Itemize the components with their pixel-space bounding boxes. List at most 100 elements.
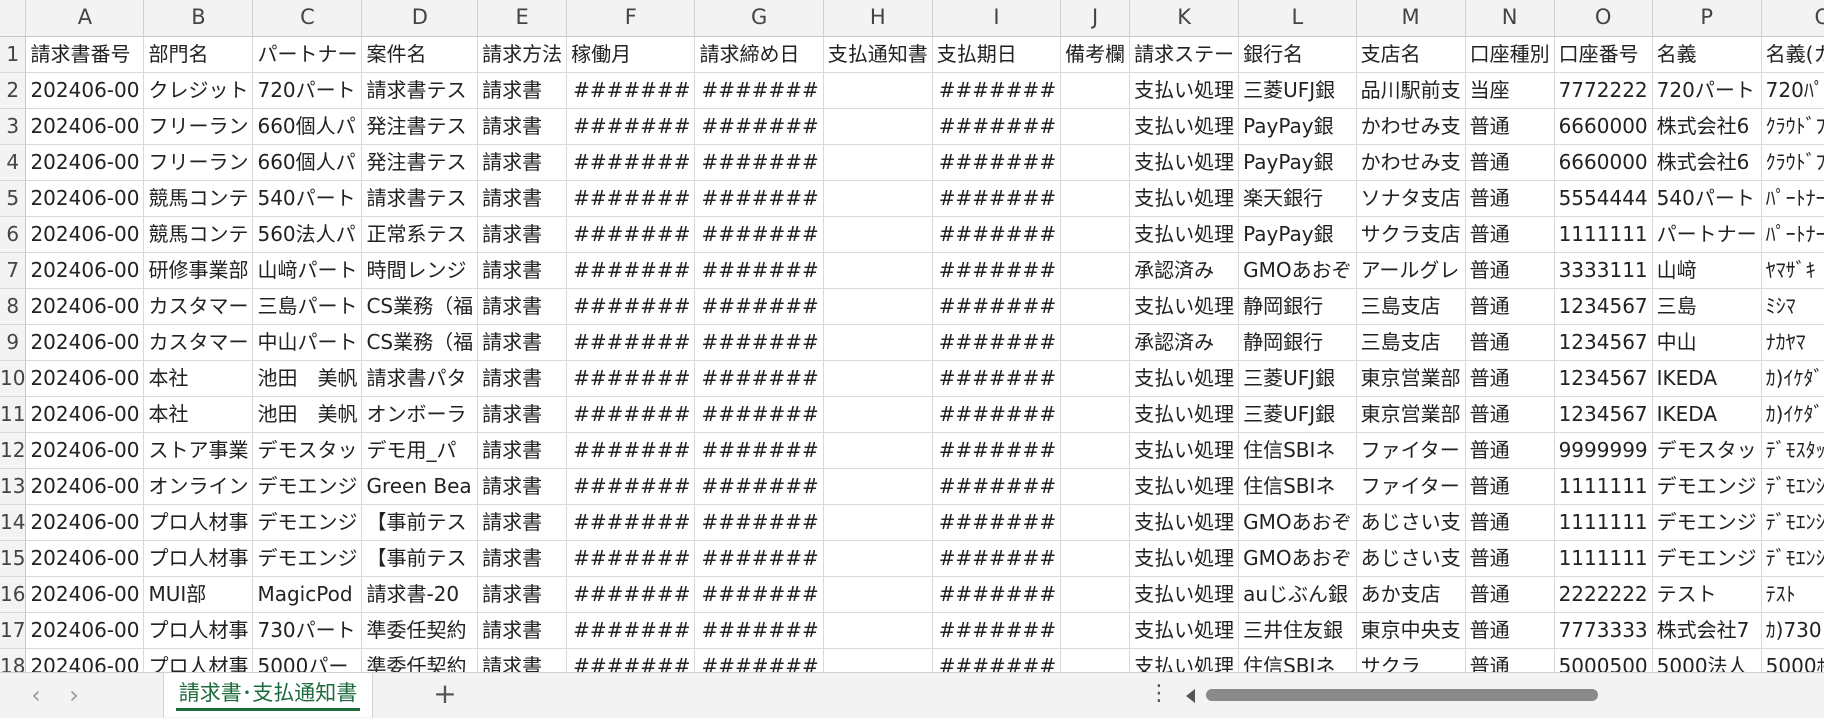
cell[interactable]: ####### — [566, 540, 696, 577]
cell[interactable]: サクラ支店 — [1356, 216, 1466, 253]
cell[interactable]: あか支店 — [1356, 576, 1466, 613]
row-header[interactable]: 2 — [0, 72, 27, 109]
cell[interactable]: ####### — [566, 252, 696, 289]
row-header[interactable]: 15 — [0, 540, 27, 577]
cell[interactable]: 請求書番号 — [25, 36, 145, 73]
cell[interactable]: 支払い処理 — [1129, 108, 1240, 145]
cell[interactable]: 支払い処理 — [1129, 216, 1240, 253]
sheet-tab-active[interactable]: 請求書･支払通知書 — [163, 673, 373, 717]
select-all-corner[interactable] — [0, 0, 27, 37]
row-header[interactable]: 8 — [0, 288, 27, 325]
cell[interactable]: 山﨑パート — [252, 252, 363, 289]
cell[interactable] — [1060, 540, 1131, 577]
cell[interactable]: GMOあおぞ — [1238, 540, 1357, 577]
cell[interactable]: ####### — [566, 72, 696, 109]
cell[interactable]: MagicPod — [252, 576, 363, 613]
cell[interactable]: 請求書テス — [361, 72, 479, 109]
cell[interactable]: ####### — [694, 252, 824, 289]
cell[interactable]: 202406-00 — [25, 72, 145, 109]
row-header[interactable]: 11 — [0, 396, 27, 433]
cell[interactable]: 中山 — [1652, 324, 1762, 361]
cell[interactable]: ####### — [932, 576, 1062, 613]
cell[interactable]: 請求書 — [477, 540, 568, 577]
cell[interactable]: auじぶん銀 — [1238, 576, 1357, 613]
cell[interactable]: 請求書 — [477, 324, 568, 361]
cell[interactable]: ####### — [694, 396, 824, 433]
cell[interactable]: 静岡銀行 — [1238, 324, 1357, 361]
cell[interactable]: 支払い処理 — [1129, 432, 1240, 469]
cell[interactable]: 請求書 — [477, 504, 568, 541]
cell[interactable]: 支払い処理 — [1129, 144, 1240, 181]
cell[interactable]: ####### — [694, 216, 824, 253]
cell[interactable]: PayPay銀 — [1238, 144, 1357, 181]
cell[interactable]: 普通 — [1465, 468, 1555, 505]
cell[interactable]: ####### — [932, 648, 1062, 672]
cell[interactable]: ####### — [694, 72, 824, 109]
cell[interactable]: 202406-00 — [25, 648, 145, 672]
cell[interactable]: カスタマー — [143, 288, 254, 325]
cell[interactable] — [823, 576, 933, 613]
cell[interactable]: 請求書 — [477, 288, 568, 325]
cell[interactable]: 東京営業部 — [1356, 396, 1466, 433]
row-header[interactable]: 10 — [0, 360, 27, 397]
cell[interactable]: 三島 — [1652, 288, 1762, 325]
cell[interactable]: 銀行名 — [1238, 36, 1357, 73]
cell[interactable]: 普通 — [1465, 288, 1555, 325]
cell[interactable]: 中山パート — [252, 324, 363, 361]
cell[interactable]: PayPay銀 — [1238, 216, 1357, 253]
cell[interactable]: ####### — [932, 216, 1062, 253]
cell[interactable]: 1234567 — [1554, 324, 1653, 361]
cell[interactable]: 請求書 — [477, 252, 568, 289]
cell[interactable]: 三井住友銀 — [1238, 612, 1357, 649]
cell[interactable]: ####### — [694, 648, 824, 672]
cell[interactable] — [1060, 468, 1131, 505]
cell[interactable]: 品川駅前支 — [1356, 72, 1466, 109]
cell[interactable]: 支払い処理 — [1129, 648, 1240, 672]
cell[interactable]: 1234567 — [1554, 288, 1653, 325]
cell[interactable]: 202406-00 — [25, 108, 145, 145]
cell[interactable]: 当座 — [1465, 72, 1555, 109]
cell[interactable]: 住信SBIネ — [1238, 432, 1357, 469]
cell[interactable]: かわせみ支 — [1356, 108, 1466, 145]
cell[interactable]: 2222222 — [1554, 576, 1653, 613]
cell[interactable]: 支払い処理 — [1129, 288, 1240, 325]
cell[interactable]: 準委任契約 — [361, 612, 479, 649]
cell[interactable]: あじさい支 — [1356, 504, 1466, 541]
cell[interactable]: PayPay銀 — [1238, 108, 1357, 145]
cell[interactable]: デモエンジ — [1652, 540, 1762, 577]
cell[interactable]: ﾃﾞﾓｽﾀｯﾌ — [1761, 432, 1824, 469]
cell[interactable]: 三菱UFJ銀 — [1238, 72, 1357, 109]
cell[interactable] — [823, 360, 933, 397]
cell[interactable]: ｸﾗｳﾄﾞﾌﾞﾚｲ — [1761, 144, 1824, 181]
cell[interactable]: 支払い処理 — [1129, 396, 1240, 433]
column-header[interactable]: G — [694, 0, 824, 37]
cell[interactable]: アールグレ — [1356, 252, 1466, 289]
cell[interactable]: 普通 — [1465, 108, 1555, 145]
cell[interactable]: ####### — [932, 360, 1062, 397]
cell[interactable] — [1060, 324, 1131, 361]
cell[interactable]: ####### — [932, 288, 1062, 325]
cell[interactable]: ####### — [694, 324, 824, 361]
cell[interactable]: ####### — [694, 504, 824, 541]
cell[interactable]: IKEDA — [1652, 396, 1762, 433]
cell[interactable]: 三菱UFJ銀 — [1238, 360, 1357, 397]
column-header[interactable]: O — [1554, 0, 1653, 37]
column-header[interactable]: D — [361, 0, 479, 37]
cell[interactable]: ﾃﾞﾓｴﾝｼﾞﾆｱ — [1761, 540, 1824, 577]
cell[interactable]: 稼働月 — [566, 36, 696, 73]
cell[interactable]: 普通 — [1465, 144, 1555, 181]
row-header[interactable]: 4 — [0, 144, 27, 181]
cell[interactable]: 支店名 — [1356, 36, 1466, 73]
row-header[interactable]: 12 — [0, 432, 27, 469]
cell[interactable]: 請求書 — [477, 72, 568, 109]
cell[interactable]: 202406-00 — [25, 360, 145, 397]
cell[interactable] — [1060, 288, 1131, 325]
cell[interactable]: ####### — [566, 504, 696, 541]
cell[interactable]: オンボーラ — [361, 396, 479, 433]
row-header[interactable]: 13 — [0, 468, 27, 505]
cell[interactable] — [1060, 72, 1131, 109]
cell[interactable]: 730パート — [252, 612, 363, 649]
column-header[interactable]: H — [823, 0, 933, 37]
cell[interactable]: 1111111 — [1554, 468, 1653, 505]
cell[interactable]: 承認済み — [1129, 324, 1240, 361]
